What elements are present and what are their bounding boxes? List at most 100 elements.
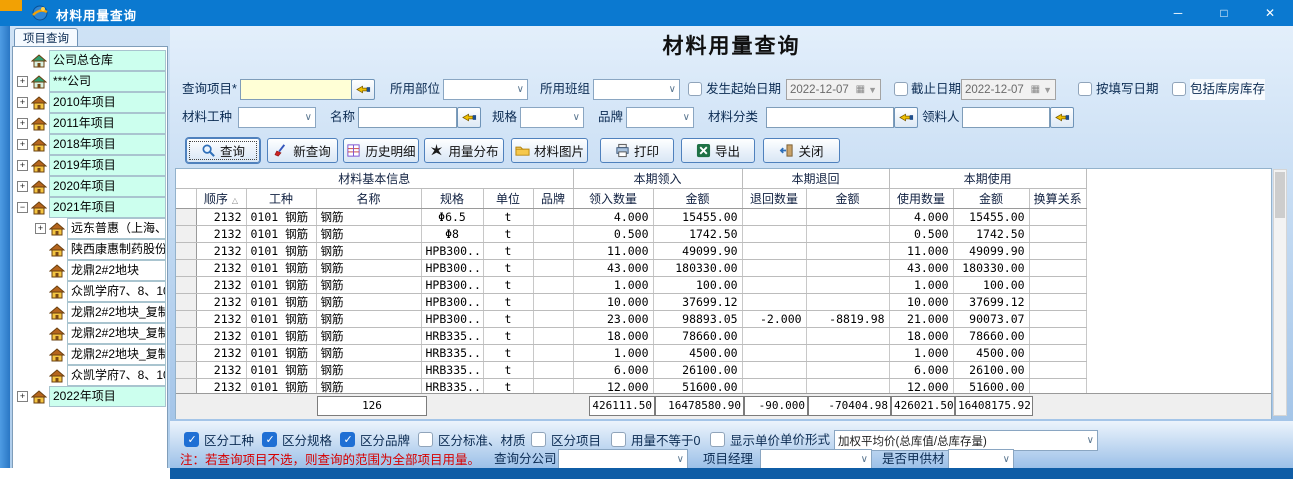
query-project-picker-button[interactable] — [351, 79, 375, 100]
toolbar-button-7[interactable]: 导出 — [681, 138, 755, 163]
checked-checkbox[interactable] — [262, 432, 277, 447]
spec-select[interactable]: ∨ — [520, 107, 584, 128]
row-selector[interactable] — [176, 362, 196, 379]
column-header[interactable]: 金额 — [806, 189, 889, 209]
tree-item-label[interactable]: 陕西康惠制药股份 — [67, 239, 166, 260]
unchecked-checkbox[interactable] — [611, 432, 626, 447]
tree-item-label[interactable]: 公司总仓库 — [49, 50, 166, 71]
name-input[interactable] — [358, 107, 457, 128]
tree-item[interactable]: 陕西康惠制药股份 — [35, 239, 166, 260]
tree-item[interactable]: 龙鼎2#2地块_复制 — [35, 344, 166, 365]
branch-query-select[interactable]: ∨ — [558, 449, 688, 470]
requisitioner-input[interactable] — [962, 107, 1050, 128]
grid-scrollbar-thumb[interactable] — [1275, 172, 1285, 218]
tree-item-label[interactable]: 龙鼎2#2地块_复制 — [67, 323, 166, 344]
column-header[interactable]: 顺序△ — [196, 189, 246, 209]
tree-item-label[interactable]: 2022年项目 — [49, 386, 166, 407]
name-picker-button[interactable] — [457, 107, 481, 128]
column-header[interactable]: 品牌 — [533, 189, 573, 209]
toolbar-button-5[interactable]: 材料图片 — [511, 138, 588, 163]
toolbar-button-1[interactable]: 查询 — [186, 138, 260, 163]
row-selector[interactable] — [176, 226, 196, 243]
tree-item[interactable]: − 2021年项目 — [17, 197, 166, 218]
tab-project-query[interactable]: 项目查询 — [14, 28, 78, 46]
column-header[interactable]: 金额 — [653, 189, 742, 209]
expand-plus-icon[interactable]: + — [17, 391, 28, 402]
toolbar-button-2[interactable]: 新查询 — [267, 138, 338, 163]
close-button[interactable]: ✕ — [1247, 0, 1293, 26]
column-header[interactable]: 工种 — [246, 189, 316, 209]
column-header[interactable]: 使用数量 — [889, 189, 953, 209]
table-row[interactable]: 21320101 钢筋钢筋Φ8t0.5001742.500.5001742.50 — [176, 226, 1271, 243]
row-selector[interactable] — [176, 311, 196, 328]
material-category-input[interactable] — [766, 107, 894, 128]
material-category-picker-button[interactable] — [894, 107, 918, 128]
row-selector[interactable] — [176, 209, 196, 226]
tree-item[interactable]: +2022年项目 — [17, 386, 166, 407]
requisitioner-picker-button[interactable] — [1050, 107, 1074, 128]
table-row[interactable]: 21320101 钢筋钢筋HRB335...t6.00026100.006.00… — [176, 362, 1271, 379]
column-header[interactable]: 单位 — [483, 189, 533, 209]
table-row[interactable]: 21320101 钢筋钢筋HPB300...t23.00098893.05-2.… — [176, 311, 1271, 328]
unchecked-checkbox[interactable] — [418, 432, 433, 447]
include-warehouse-checkbox[interactable] — [1172, 82, 1186, 96]
brand-select[interactable]: ∨ — [626, 107, 694, 128]
row-selector[interactable] — [176, 345, 196, 362]
row-selector[interactable] — [176, 277, 196, 294]
end-date-field[interactable]: 2022-12-07▦▼ — [961, 79, 1056, 100]
tree-item[interactable]: 众凯学府7、8、10 — [35, 365, 166, 386]
expand-plus-icon[interactable]: + — [17, 139, 28, 150]
table-row[interactable]: 21320101 钢筋钢筋HPB300...t11.00049099.9011.… — [176, 243, 1271, 260]
column-header[interactable]: 规格 — [421, 189, 483, 209]
tree-item-label[interactable]: 龙鼎2#2地块_复制 — [67, 344, 166, 365]
tree-item[interactable]: 龙鼎2#2地块_复制 — [35, 302, 166, 323]
tree-item-label[interactable]: 2020年项目 — [49, 176, 166, 197]
tree-item[interactable]: +2019年项目 — [17, 155, 166, 176]
toolbar-button-4[interactable]: 用量分布 — [424, 138, 504, 163]
table-row[interactable]: 21320101 钢筋钢筋HPB300...t1.000100.001.0001… — [176, 277, 1271, 294]
checked-checkbox[interactable] — [184, 432, 199, 447]
toolbar-button-8[interactable]: 关闭 — [763, 138, 840, 163]
unchecked-checkbox[interactable] — [710, 432, 725, 447]
tree-item-label[interactable]: 2021年项目 — [49, 197, 166, 218]
row-selector[interactable] — [176, 294, 196, 311]
tree-item[interactable]: + 远东普惠（上海、 — [35, 218, 166, 239]
tree-item-label[interactable]: 龙鼎2#2地块_复制 — [67, 302, 166, 323]
table-row[interactable]: 21320101 钢筋钢筋HPB300...t43.000180330.0043… — [176, 260, 1271, 277]
tree-item-label[interactable]: 龙鼎2#2地块 — [67, 260, 166, 281]
query-project-input[interactable] — [240, 79, 352, 100]
toolbar-button-6[interactable]: 打印 — [600, 138, 674, 163]
unchecked-checkbox[interactable] — [531, 432, 546, 447]
tree-item-label[interactable]: 2018年项目 — [49, 134, 166, 155]
column-header[interactable]: 换算关系 — [1029, 189, 1086, 209]
row-selector[interactable] — [176, 328, 196, 345]
tree-item[interactable]: 众凯学府7、8、10 — [35, 281, 166, 302]
tree-item-label[interactable]: 众凯学府7、8、10 — [67, 281, 166, 302]
tree-item[interactable]: +2020年项目 — [17, 176, 166, 197]
material-trade-select[interactable]: ∨ — [238, 107, 316, 128]
project-manager-select[interactable]: ∨ — [760, 449, 872, 470]
unit-price-form-select[interactable]: 加权平均价(总库值/总库存量)∨ — [834, 430, 1098, 451]
start-date-checkbox[interactable] — [688, 82, 702, 96]
used-team-select[interactable]: ∨ — [593, 79, 680, 100]
by-fill-date-checkbox[interactable] — [1078, 82, 1092, 96]
expand-plus-icon[interactable]: + — [35, 223, 46, 234]
column-header[interactable]: 退回数量 — [742, 189, 806, 209]
checked-checkbox[interactable] — [340, 432, 355, 447]
start-date-field[interactable]: 2022-12-07▦▼ — [786, 79, 881, 100]
tree-item-label[interactable]: 远东普惠（上海、 — [67, 218, 166, 239]
tree-item[interactable]: 龙鼎2#2地块_复制 — [35, 323, 166, 344]
tree-item[interactable]: 公司总仓库 — [17, 50, 166, 71]
tree-item[interactable]: +2018年项目 — [17, 134, 166, 155]
column-header[interactable]: 领入数量 — [573, 189, 653, 209]
tree-item[interactable]: 龙鼎2#2地块 — [35, 260, 166, 281]
owner-supplied-select[interactable]: ∨ — [948, 449, 1014, 470]
grid-scrollbar[interactable] — [1273, 169, 1287, 416]
table-row[interactable]: 21320101 钢筋钢筋Φ6.5t4.00015455.004.0001545… — [176, 209, 1271, 226]
table-row[interactable]: 21320101 钢筋钢筋HRB335...t18.00078660.0018.… — [176, 328, 1271, 345]
row-selector[interactable] — [176, 260, 196, 277]
used-part-select[interactable]: ∨ — [443, 79, 528, 100]
toolbar-button-3[interactable]: 历史明细 — [343, 138, 419, 163]
maximize-button[interactable]: □ — [1201, 0, 1247, 26]
collapse-minus-icon[interactable]: − — [17, 202, 28, 213]
